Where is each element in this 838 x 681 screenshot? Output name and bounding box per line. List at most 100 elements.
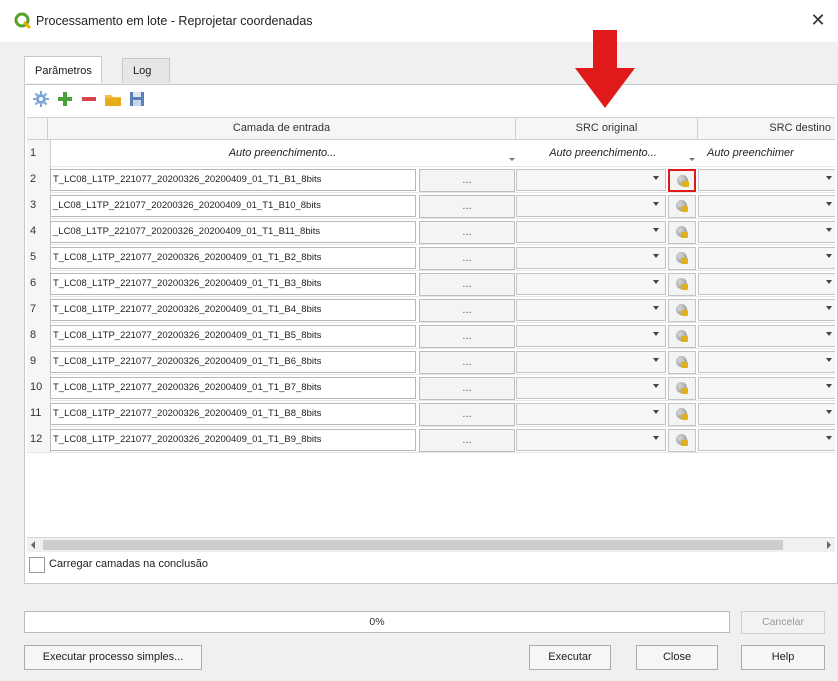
crs-selector-button[interactable] bbox=[668, 429, 696, 452]
browse-button[interactable]: ... bbox=[419, 325, 515, 348]
add-row-icon[interactable] bbox=[55, 89, 75, 109]
crs-selector-button[interactable] bbox=[668, 403, 696, 426]
crs-selector-button[interactable] bbox=[668, 299, 696, 322]
src-destino-select[interactable] bbox=[698, 195, 835, 217]
input-layer-field[interactable]: T_LC08_L1TP_221077_20200326_20200409_01_… bbox=[50, 247, 416, 269]
src-destino-select[interactable] bbox=[698, 429, 835, 451]
column-header-src-original[interactable]: SRC original bbox=[516, 118, 698, 139]
crs-selector-button[interactable] bbox=[668, 351, 696, 374]
src-original-select[interactable] bbox=[516, 403, 666, 425]
src-original-select[interactable] bbox=[516, 299, 666, 321]
src-original-select[interactable] bbox=[516, 351, 666, 373]
table-row: 8 T_LC08_L1TP_221077_20200326_20200409_01… bbox=[27, 322, 835, 349]
src-destino-select[interactable] bbox=[698, 169, 835, 191]
horizontal-scrollbar[interactable] bbox=[27, 537, 835, 552]
run-single-button[interactable]: Executar processo simples... bbox=[24, 645, 202, 670]
input-layer-field[interactable]: T_LC08_L1TP_221077_20200326_20200409_01_… bbox=[50, 377, 416, 399]
crs-icon bbox=[681, 336, 688, 342]
chevron-down-icon bbox=[653, 176, 659, 180]
gear-icon[interactable] bbox=[31, 89, 51, 109]
input-layer-field[interactable]: T_LC08_L1TP_221077_20200326_20200409_01_… bbox=[50, 299, 416, 321]
save-icon[interactable] bbox=[127, 89, 147, 109]
src-destino-select[interactable] bbox=[698, 377, 835, 399]
input-layer-field[interactable]: T_LC08_L1TP_221077_20200326_20200409_01_… bbox=[50, 351, 416, 373]
crs-icon bbox=[681, 206, 688, 212]
chevron-down-icon[interactable] bbox=[689, 158, 695, 161]
input-layer-field[interactable]: _LC08_L1TP_221077_20200326_20200409_01_T… bbox=[50, 195, 416, 217]
crs-selector-button[interactable] bbox=[668, 221, 696, 244]
crs-selector-button[interactable] bbox=[668, 273, 696, 296]
autofill-row: 1 Auto preenchimento... Auto preenchimen… bbox=[27, 140, 835, 167]
src-destino-select[interactable] bbox=[698, 351, 835, 373]
browse-button[interactable]: ... bbox=[419, 221, 515, 244]
src-destino-select[interactable] bbox=[698, 221, 835, 243]
table-row: 5 T_LC08_L1TP_221077_20200326_20200409_01… bbox=[27, 244, 835, 271]
autofill-src-original[interactable]: Auto preenchimento... bbox=[518, 140, 688, 166]
column-header-input[interactable]: Camada de entrada bbox=[48, 118, 516, 139]
src-original-select[interactable] bbox=[516, 273, 666, 295]
chevron-down-icon bbox=[653, 410, 659, 414]
table-row: 11 T_LC08_L1TP_221077_20200326_20200409_0… bbox=[27, 400, 835, 427]
autofill-src-destino[interactable]: Auto preenchimer bbox=[699, 140, 835, 166]
input-layer-field[interactable]: T_LC08_L1TP_221077_20200326_20200409_01_… bbox=[50, 169, 416, 191]
open-folder-icon[interactable] bbox=[103, 89, 123, 109]
crs-selector-button[interactable] bbox=[668, 169, 696, 192]
run-button[interactable]: Executar bbox=[529, 645, 611, 670]
close-button[interactable]: Close bbox=[636, 645, 718, 670]
load-layers-label: Carregar camadas na conclusão bbox=[49, 558, 208, 570]
crs-selector-button[interactable] bbox=[668, 247, 696, 270]
close-window-button[interactable]: ✕ bbox=[808, 10, 828, 30]
src-original-select[interactable] bbox=[516, 247, 666, 269]
input-layer-field[interactable]: _LC08_L1TP_221077_20200326_20200409_01_T… bbox=[50, 221, 416, 243]
browse-button[interactable]: ... bbox=[419, 195, 515, 218]
src-destino-select[interactable] bbox=[698, 325, 835, 347]
browse-button[interactable]: ... bbox=[419, 403, 515, 426]
input-layer-field[interactable]: T_LC08_L1TP_221077_20200326_20200409_01_… bbox=[50, 429, 416, 451]
autofill-input[interactable]: Auto preenchimento... bbox=[50, 140, 515, 166]
chevron-down-icon[interactable] bbox=[509, 158, 515, 161]
crs-icon bbox=[682, 181, 689, 187]
browse-button[interactable]: ... bbox=[419, 273, 515, 296]
chevron-down-icon bbox=[653, 358, 659, 362]
tab-log[interactable]: Log bbox=[122, 58, 170, 83]
help-button[interactable]: Help bbox=[741, 645, 825, 670]
src-destino-select[interactable] bbox=[698, 299, 835, 321]
src-destino-select[interactable] bbox=[698, 247, 835, 269]
load-layers-checkbox[interactable] bbox=[29, 557, 45, 573]
table-row: 7 T_LC08_L1TP_221077_20200326_20200409_01… bbox=[27, 296, 835, 323]
chevron-down-icon bbox=[826, 436, 832, 440]
browse-button[interactable]: ... bbox=[419, 169, 515, 192]
crs-selector-button[interactable] bbox=[668, 377, 696, 400]
input-layer-field[interactable]: T_LC08_L1TP_221077_20200326_20200409_01_… bbox=[50, 273, 416, 295]
chevron-down-icon bbox=[826, 280, 832, 284]
progress-bar: 0% bbox=[24, 611, 730, 633]
src-destino-select[interactable] bbox=[698, 403, 835, 425]
input-layer-field[interactable]: T_LC08_L1TP_221077_20200326_20200409_01_… bbox=[50, 325, 416, 347]
input-layer-field[interactable]: T_LC08_L1TP_221077_20200326_20200409_01_… bbox=[50, 403, 416, 425]
tab-parametros[interactable]: Parâmetros bbox=[24, 56, 102, 83]
scrollbar-thumb[interactable] bbox=[43, 540, 783, 550]
scroll-left-icon[interactable] bbox=[31, 541, 35, 549]
row-number: 3 bbox=[27, 192, 51, 218]
src-original-select[interactable] bbox=[516, 221, 666, 243]
remove-row-icon[interactable] bbox=[79, 89, 99, 109]
src-original-select[interactable] bbox=[516, 377, 666, 399]
src-original-select[interactable] bbox=[516, 195, 666, 217]
browse-button[interactable]: ... bbox=[419, 377, 515, 400]
src-original-select[interactable] bbox=[516, 429, 666, 451]
crs-selector-button[interactable] bbox=[668, 325, 696, 348]
cancel-button[interactable]: Cancelar bbox=[741, 611, 825, 634]
browse-button[interactable]: ... bbox=[419, 351, 515, 374]
browse-button[interactable]: ... bbox=[419, 429, 515, 452]
chevron-down-icon bbox=[826, 384, 832, 388]
crs-selector-button[interactable] bbox=[668, 195, 696, 218]
src-destino-select[interactable] bbox=[698, 273, 835, 295]
crs-icon bbox=[681, 414, 688, 420]
browse-button[interactable]: ... bbox=[419, 299, 515, 322]
column-header-src-destino[interactable]: SRC destino bbox=[698, 118, 835, 139]
browse-button[interactable]: ... bbox=[419, 247, 515, 270]
scroll-right-icon[interactable] bbox=[827, 541, 831, 549]
chevron-down-icon bbox=[653, 384, 659, 388]
src-original-select[interactable] bbox=[516, 325, 666, 347]
src-original-select[interactable] bbox=[516, 169, 666, 191]
